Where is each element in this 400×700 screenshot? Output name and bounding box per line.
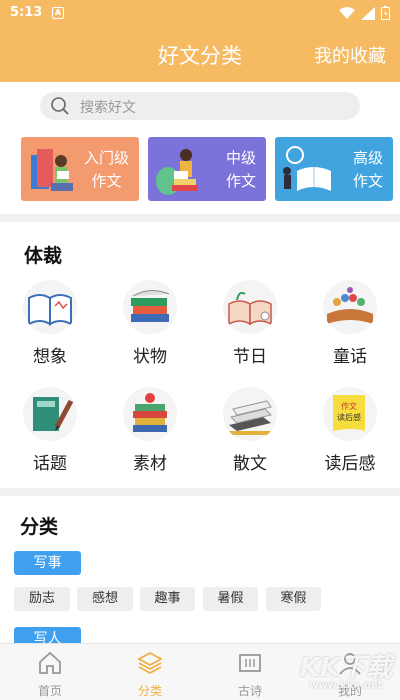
genre-label: 状物: [133, 347, 167, 367]
watermark-logo: KK下载 www.kkx.net: [300, 647, 392, 691]
nav-label: 分类: [137, 684, 162, 698]
genre-label: 散文: [233, 454, 267, 474]
status-bar: 5:13 A: [0, 0, 400, 26]
search-input[interactable]: 搜索好文: [40, 92, 360, 120]
status-time: 5:13: [10, 5, 43, 20]
beginner-reader-icon: [31, 149, 73, 191]
genre-label: 节日: [233, 347, 267, 367]
genre-item-objects[interactable]: 状物: [115, 280, 185, 367]
status-indicators: [339, 6, 390, 20]
section-divider: [0, 214, 400, 222]
advanced-reader-icon: [283, 146, 331, 191]
search-placeholder: 搜索好文: [80, 100, 136, 116]
scroll-icon: [239, 654, 261, 672]
battery-icon: [381, 6, 390, 20]
watermark-text: KK下载: [299, 653, 392, 683]
book-stack-icon: [123, 280, 177, 334]
apple-books-icon: [123, 387, 177, 441]
genre-label: 话题: [33, 454, 67, 474]
genre-item-materials[interactable]: 素材: [115, 387, 185, 474]
chip-winter-vacation[interactable]: 寒假: [266, 587, 321, 611]
genre-item-festival[interactable]: 节日: [215, 280, 285, 367]
category-section-title: 分类: [20, 516, 59, 538]
category-head-events[interactable]: 写事: [14, 551, 81, 575]
chip-inspirational[interactable]: 励志: [14, 587, 70, 611]
chip-summer-vacation[interactable]: 暑假: [203, 587, 258, 611]
intermediate-level-label: 中级 作文: [225, 149, 256, 190]
nav-home[interactable]: 首页: [10, 644, 90, 700]
watermark-url: www.kkx.net: [309, 680, 383, 691]
genre-label: 素材: [133, 454, 167, 474]
genre-label: 童话: [333, 347, 367, 367]
note-title: 作文: [341, 401, 357, 411]
level-cards: 入门级 作文 中级 作文 高级 作文: [0, 137, 400, 203]
search-icon: [51, 97, 69, 115]
beginner-level-label: 入门级 作文: [83, 149, 129, 190]
fairy-tale-book-icon: [323, 280, 377, 334]
signal-icon: [361, 6, 375, 20]
advanced-level-label: 高级 作文: [352, 149, 383, 190]
green-book-pencil-icon: [23, 387, 77, 441]
intermediate-level-card[interactable]: 中级 作文: [148, 137, 266, 201]
beginner-level-card[interactable]: 入门级 作文: [21, 137, 139, 201]
note-subtitle: 读后感: [337, 412, 361, 422]
genre-item-fairy-tale[interactable]: 童话: [315, 280, 385, 367]
nav-label: 首页: [37, 684, 62, 698]
intermediate-reader-icon: [156, 149, 198, 195]
section-divider: [0, 488, 400, 496]
genre-label: 读后感: [324, 454, 376, 474]
my-favorites-link[interactable]: 我的收藏: [314, 42, 386, 68]
home-icon: [39, 651, 61, 674]
nav-label: 古诗: [237, 684, 262, 698]
open-book-icon: [23, 280, 77, 334]
genre-item-prose[interactable]: 散文: [215, 387, 285, 474]
paper-stack-icon: [223, 387, 277, 441]
wifi-icon: [339, 6, 355, 19]
layers-icon: [137, 651, 163, 675]
notification-icon: A: [52, 7, 64, 19]
genre-item-topic[interactable]: 话题: [15, 387, 85, 474]
nav-poems[interactable]: 古诗: [210, 644, 290, 700]
plant-book-icon: [223, 280, 277, 334]
genre-item-reading-notes[interactable]: 作文 读后感 读后感: [315, 387, 385, 474]
chip-fun-events[interactable]: 趣事: [140, 587, 195, 611]
genre-item-imagination[interactable]: 想象: [15, 280, 85, 367]
advanced-level-card[interactable]: 高级 作文: [275, 137, 393, 201]
genre-label: 想象: [33, 347, 67, 367]
reading-note-icon: 作文 读后感: [323, 387, 377, 441]
chip-reflections[interactable]: 感想: [77, 587, 133, 611]
nav-category[interactable]: 分类: [110, 644, 190, 700]
genre-section-title: 体裁: [24, 245, 63, 267]
app-header: 5:13 A 好文分类 我的收藏: [0, 0, 400, 82]
